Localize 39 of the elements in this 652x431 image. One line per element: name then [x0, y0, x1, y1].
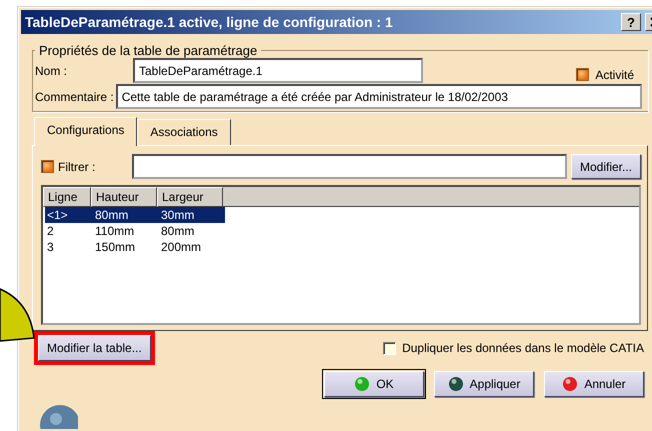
tab[interactable]: Configurations [34, 117, 138, 146]
modify-button[interactable]: Modifier... [570, 154, 641, 179]
checkbox[interactable] [576, 68, 590, 81]
ok-button[interactable]: OK [324, 371, 424, 397]
ball-icon [562, 376, 578, 392]
ball-icon [448, 376, 464, 392]
table-cell-text: 200mm [160, 239, 202, 255]
table-cell-text: <1> [46, 207, 69, 223]
cancel-button[interactable]: Annuler [544, 371, 644, 397]
name-field[interactable]: TableDeParamétrage.1 [133, 58, 423, 83]
tab[interactable]: Associations [137, 119, 231, 145]
filter-field[interactable] [132, 154, 567, 179]
activity-label: Activité [595, 68, 634, 82]
apply-button[interactable]: Appliquer [434, 371, 534, 397]
checkbox[interactable] [383, 342, 396, 354]
filter-label: Filtrer : [58, 160, 96, 174]
table-cell-text: 80mm [94, 207, 130, 223]
window-title: TableDeParamétrage.1 active, ligne de configuration : 1 [25, 14, 394, 30]
group-title: Propriétés de la table de paramétrage [38, 43, 258, 58]
table-cell-text: 30mm [160, 207, 196, 223]
column-header[interactable]: Ligne [43, 187, 91, 207]
help-button[interactable]: ? [621, 13, 641, 31]
table-cell-text: 80mm [160, 223, 196, 239]
checkbox[interactable] [41, 160, 54, 173]
comment-field[interactable]: Cette table de paramétrage a été créée par Administrateur le 18/02/2003 [116, 84, 642, 109]
duplicate-label: Dupliquer les données dans le modèle CATIA [402, 341, 644, 355]
table-cell-text: 110mm [94, 223, 136, 239]
comment-label: Commentaire : [35, 90, 114, 104]
callout-shape [0, 288, 36, 342]
name-label: Nom : [35, 64, 68, 78]
table-cell-text: 2 [46, 223, 55, 239]
table-row[interactable]: 2 110mm 80mm [45, 223, 225, 239]
table-row[interactable]: 3 150mm 200mm [45, 239, 225, 255]
ball-icon [354, 376, 370, 392]
table-row[interactable]: <1> 80mm 30mm [45, 207, 225, 223]
table-cell-text: 3 [46, 239, 55, 255]
table-cell-text: 150mm [94, 239, 136, 255]
column-header[interactable]: Hauteur [91, 187, 157, 207]
column-header[interactable]: Largeur [157, 187, 223, 207]
